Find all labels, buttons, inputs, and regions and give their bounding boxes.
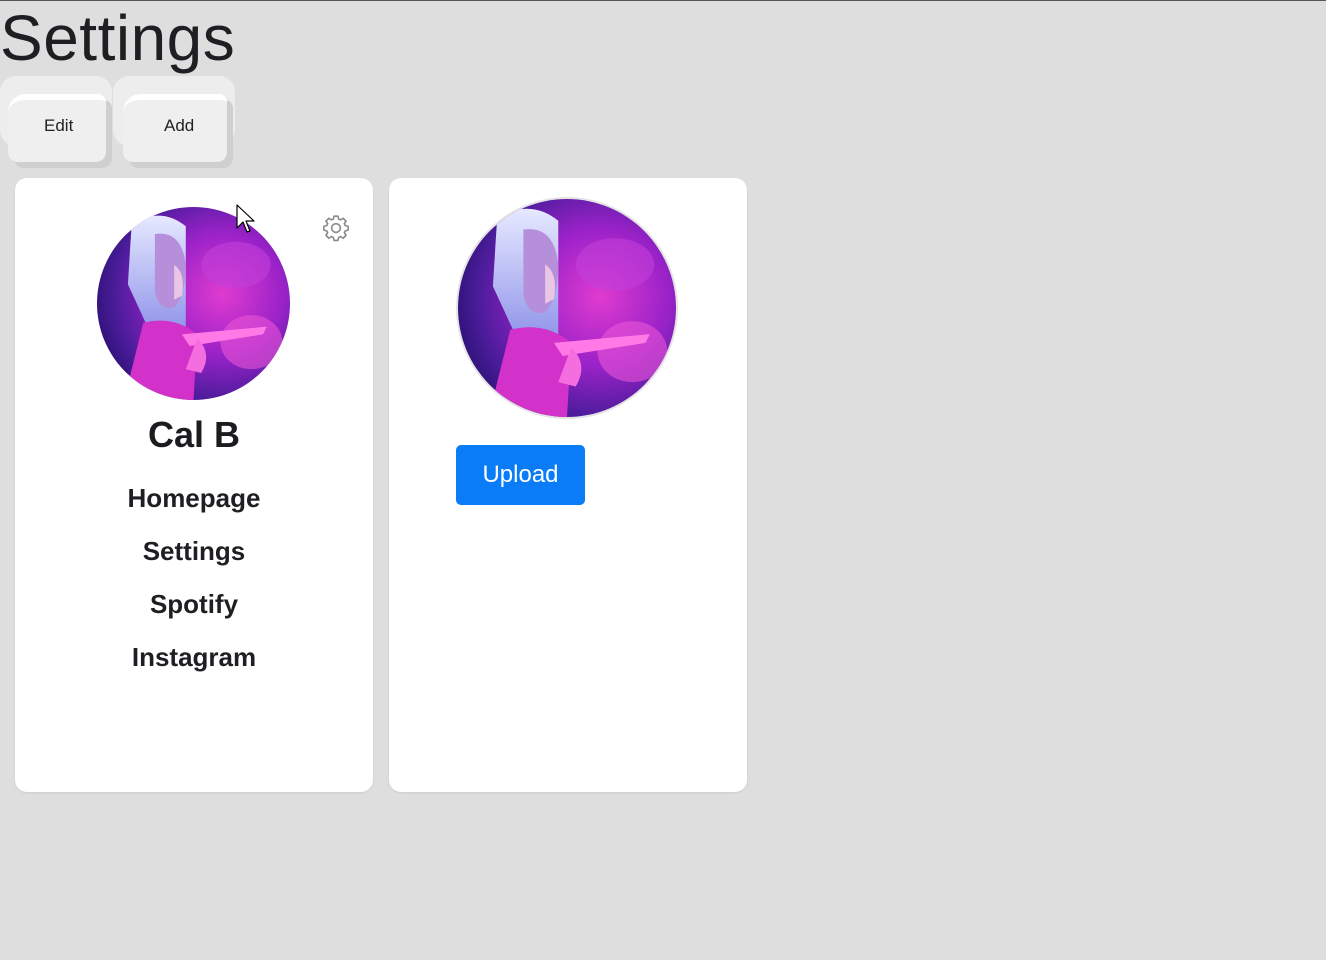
edit-button-label: Edit — [44, 116, 74, 135]
nav-item-instagram[interactable]: Instagram — [15, 642, 373, 695]
add-button-label: Add — [164, 116, 195, 135]
profile-card: Cal B Homepage Settings Spotify Instagra… — [15, 178, 373, 792]
upload-button[interactable]: Upload — [456, 445, 585, 505]
profile-photo — [97, 207, 290, 400]
upload-card: Upload — [389, 178, 747, 792]
edit-button[interactable]: Edit — [0, 76, 112, 162]
page-title: Settings — [0, 2, 236, 74]
nav-item-spotify[interactable]: Spotify — [15, 589, 373, 642]
nav-item-homepage[interactable]: Homepage — [15, 483, 373, 536]
profile-nav: Homepage Settings Spotify Instagram — [15, 483, 373, 695]
nav-item-settings[interactable]: Settings — [15, 536, 373, 589]
add-button[interactable]: Add — [113, 76, 235, 162]
mouse-cursor-icon — [236, 204, 255, 233]
upload-avatar-preview — [456, 197, 678, 419]
profile-avatar — [97, 207, 290, 400]
profile-photo — [458, 199, 676, 417]
top-border — [0, 0, 1326, 1]
user-name: Cal B — [147, 414, 241, 455]
gear-icon[interactable] — [321, 213, 351, 243]
